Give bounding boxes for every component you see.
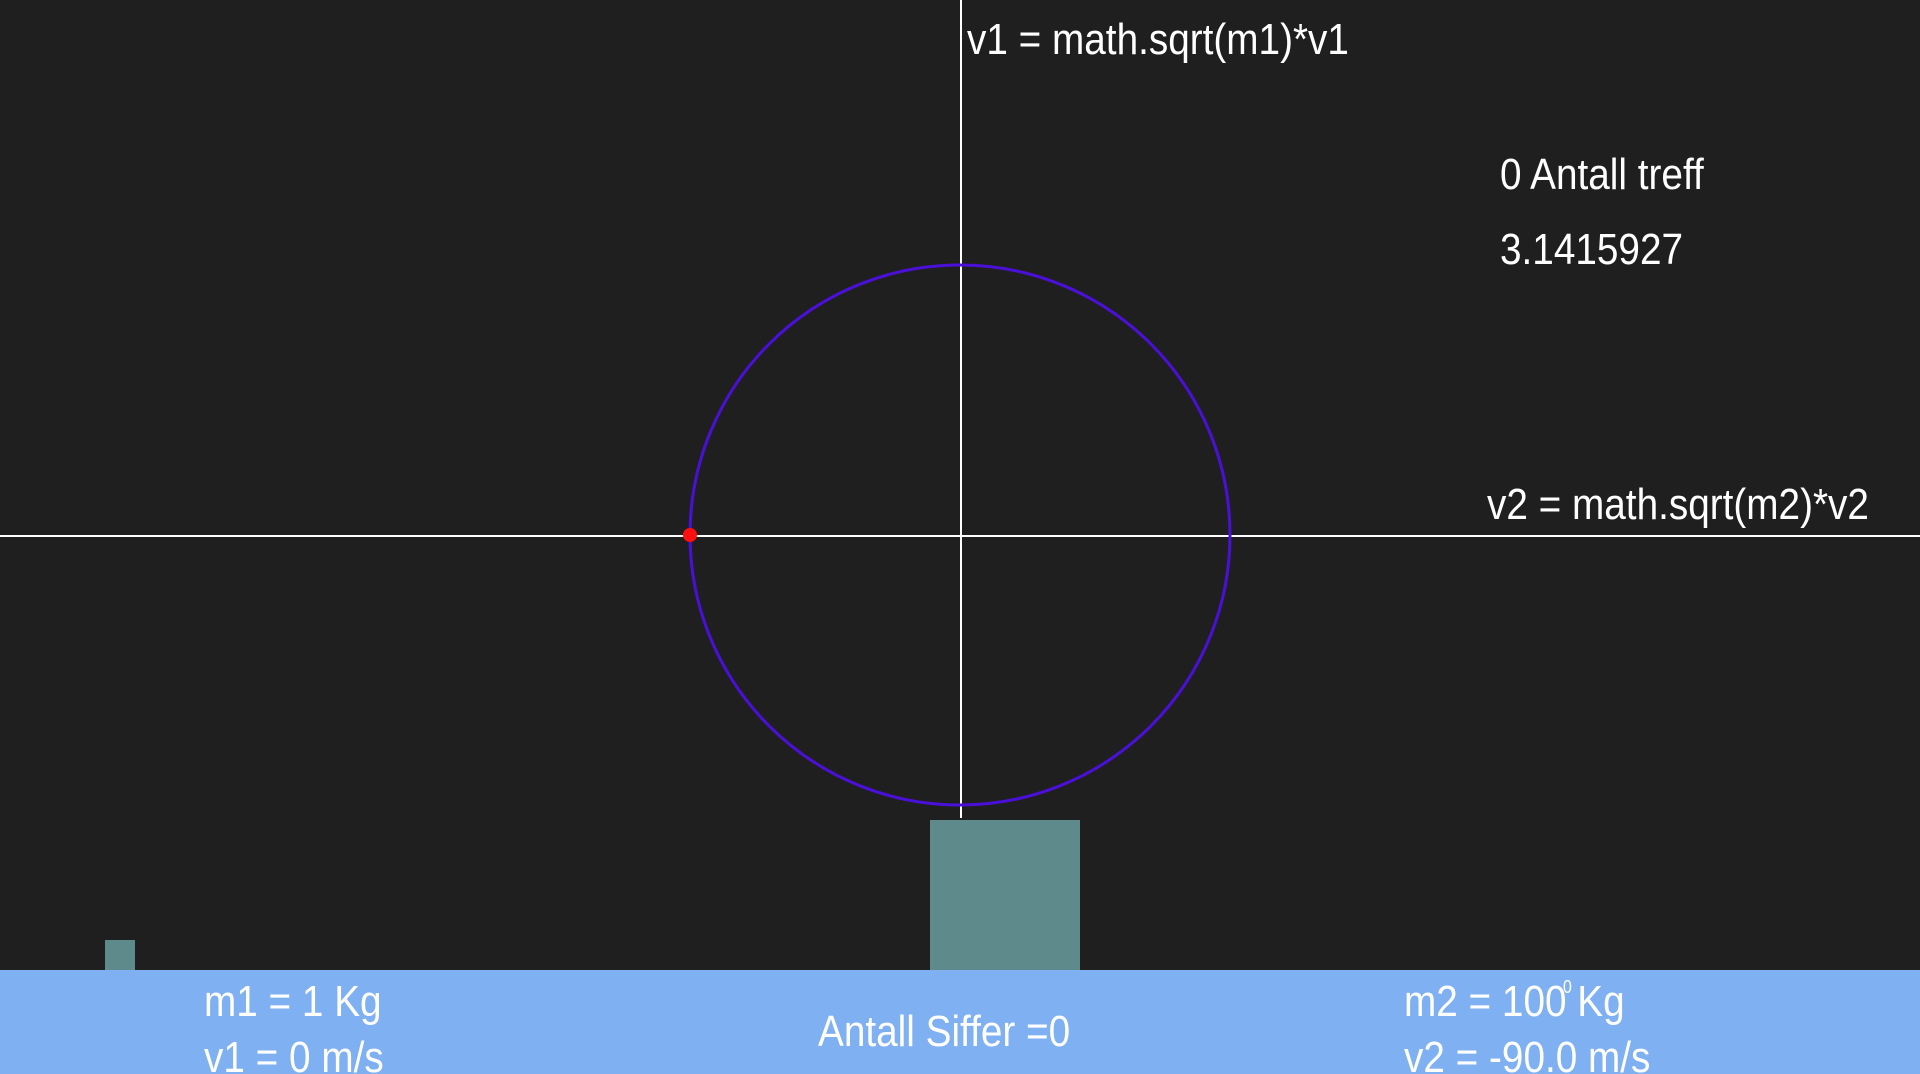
v2-axis-label: v2 = math.sqrt(m2)*v2: [1487, 480, 1869, 529]
block-m1: [105, 940, 135, 970]
m2-label: m2 = 100 Kg: [1404, 977, 1625, 1026]
v1-readout: v1 = 0 m/s: [204, 1033, 384, 1074]
simulation-canvas: v1 = math.sqrt(m1)*v1 v2 = math.sqrt(m2)…: [0, 0, 1920, 1074]
v2-readout: v2 = -90.0 m/s: [1404, 1033, 1651, 1074]
block-m2: [930, 820, 1080, 970]
hit-count-text: 0 Antall treff: [1500, 150, 1704, 199]
v1-axis-line: [960, 0, 962, 818]
floor-panel: m1 = 1 Kg v1 = 0 m/s Antall Siffer =0 m2…: [0, 970, 1920, 1074]
digits-counter: Antall Siffer =0: [818, 1007, 1071, 1056]
v1-axis-label: v1 = math.sqrt(m1)*v1: [967, 15, 1349, 64]
pi-estimate: 3.1415927: [1500, 225, 1684, 274]
m2-marker: 0: [1563, 977, 1572, 997]
m1-label: m1 = 1 Kg: [204, 977, 382, 1026]
